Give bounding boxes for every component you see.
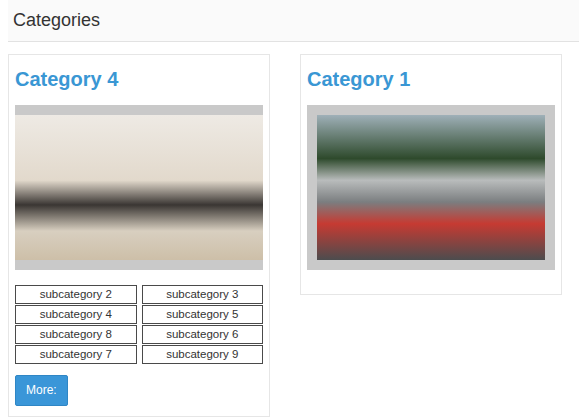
card-spacer <box>307 270 555 284</box>
category-title[interactable]: Category 4 <box>15 65 263 93</box>
category-photo <box>15 115 263 260</box>
subcategory-list: subcategory 2subcategory 3subcategory 4s… <box>15 285 263 364</box>
subcategory-link[interactable]: subcategory 2 <box>15 285 137 304</box>
category-title[interactable]: Category 1 <box>307 65 555 93</box>
subcategory-link[interactable]: subcategory 6 <box>142 325 264 344</box>
category-photo <box>317 115 545 260</box>
category-image[interactable] <box>307 105 555 270</box>
subcategory-link[interactable]: subcategory 5 <box>142 305 264 324</box>
page-title: Categories <box>13 10 100 30</box>
category-image[interactable] <box>15 105 263 270</box>
page-header: Categories <box>8 0 579 42</box>
subcategory-link[interactable]: subcategory 9 <box>142 345 264 364</box>
subcategory-link[interactable]: subcategory 7 <box>15 345 137 364</box>
subcategory-link[interactable]: subcategory 3 <box>142 285 264 304</box>
more-button[interactable]: More: <box>15 375 68 406</box>
subcategory-link[interactable]: subcategory 8 <box>15 325 137 344</box>
subcategory-link[interactable]: subcategory 4 <box>15 305 137 324</box>
category-list: Category 4subcategory 2subcategory 3subc… <box>8 54 579 417</box>
category-card: Category 1 <box>300 54 562 295</box>
category-card: Category 4subcategory 2subcategory 3subc… <box>8 54 270 417</box>
